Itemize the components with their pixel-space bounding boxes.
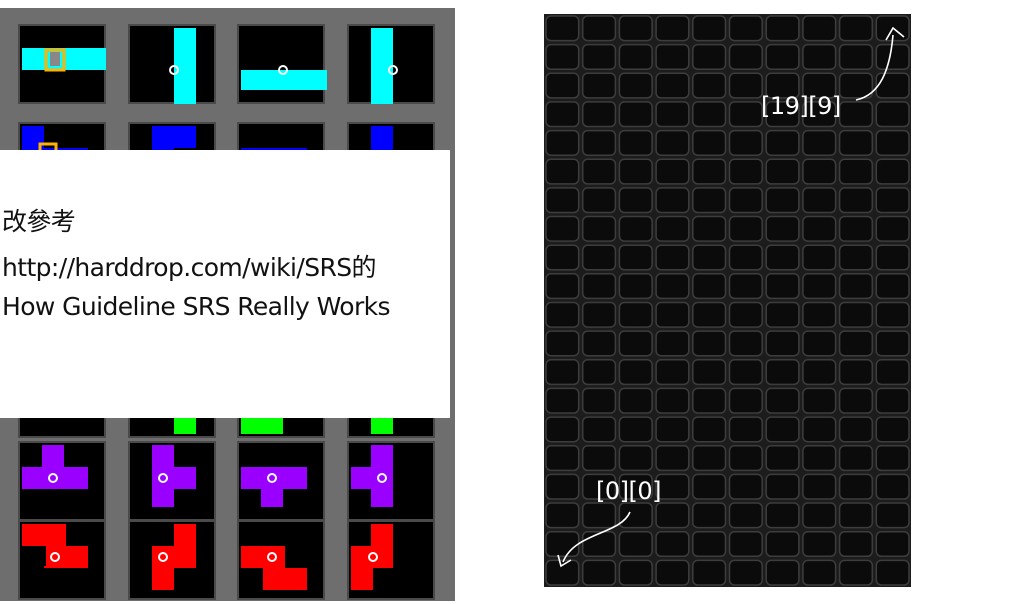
note-line-3: How Guideline SRS Really Works [2,292,391,321]
reference-note: 改參考 http://harddrop.com/wiki/SRS的 How Gu… [0,150,450,418]
note-line-1: 改參考 [2,207,76,236]
arrow-to-bottom-left-icon [557,511,631,568]
arrow-to-top-right-icon [855,26,905,101]
note-link[interactable]: http://harddrop.com/wiki/SRS的 [2,248,377,284]
